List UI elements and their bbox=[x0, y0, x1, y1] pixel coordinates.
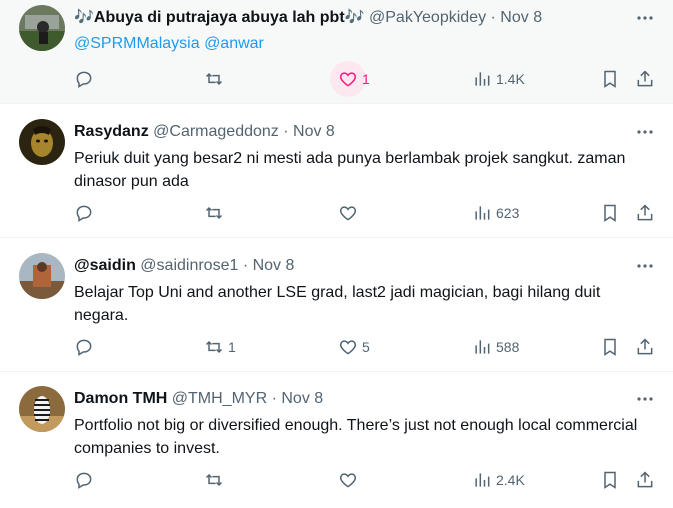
display-name[interactable]: Damon TMH bbox=[74, 390, 167, 407]
timestamp[interactable]: · Nov 8 bbox=[283, 123, 335, 140]
reply-icon bbox=[76, 339, 92, 356]
action-bar: 2.4K bbox=[74, 468, 673, 492]
views-button[interactable]: 1.4K bbox=[472, 67, 525, 91]
like-button[interactable] bbox=[338, 201, 362, 225]
avatar[interactable] bbox=[19, 253, 65, 299]
retweet-icon bbox=[205, 206, 223, 220]
reply-icon bbox=[76, 71, 92, 88]
heart-icon bbox=[339, 473, 357, 488]
mention-link[interactable]: @SPRMMalaysia bbox=[74, 35, 200, 52]
handle[interactable]: @PakYeopkidey bbox=[369, 9, 486, 26]
share-icon bbox=[637, 204, 653, 221]
retweet-button[interactable] bbox=[204, 201, 228, 225]
tweet-header: Damon TMH @TMH_MYR · Nov 8 bbox=[74, 389, 625, 409]
bookmark-icon bbox=[604, 70, 616, 88]
reply-button[interactable] bbox=[74, 67, 98, 91]
action-bar: 1 1.4K bbox=[74, 61, 673, 97]
handle[interactable]: @saidinrose1 bbox=[140, 257, 238, 274]
like-count: 1 bbox=[362, 71, 370, 87]
tweet-header: @saidin @saidinrose1 · Nov 8 bbox=[74, 256, 625, 276]
share-icon bbox=[637, 338, 653, 355]
retweet-icon bbox=[205, 473, 223, 487]
retweet-icon bbox=[205, 72, 223, 86]
tweet-text: Portfolio not big or diversified enough.… bbox=[74, 417, 638, 457]
tweet-text: Belajar Top Uni and another LSE grad, la… bbox=[74, 284, 601, 324]
handle[interactable]: @Carmageddonz bbox=[153, 123, 279, 140]
bookmark-icon bbox=[604, 471, 616, 489]
tweet-header: 🎶Abuya di putrajaya abuya lah pbt🎶 @PakY… bbox=[74, 8, 625, 28]
view-count: 1.4K bbox=[496, 71, 525, 87]
timestamp[interactable]: · Nov 8 bbox=[491, 9, 543, 26]
heart-icon bbox=[339, 72, 357, 87]
bookmark-button[interactable] bbox=[600, 67, 620, 91]
view-count: 2.4K bbox=[496, 472, 525, 488]
action-bar: 623 bbox=[74, 201, 673, 225]
like-button[interactable]: 1 bbox=[330, 61, 370, 97]
view-count: 623 bbox=[496, 205, 520, 221]
retweet-button[interactable] bbox=[204, 67, 228, 91]
share-button[interactable] bbox=[635, 67, 655, 91]
heart-icon bbox=[339, 340, 357, 355]
reply-button[interactable] bbox=[74, 335, 98, 359]
share-icon bbox=[637, 70, 653, 87]
retweet-icon bbox=[205, 340, 223, 354]
tweet-header: Rasydanz @Carmageddonz · Nov 8 bbox=[74, 122, 625, 142]
display-name[interactable]: 🎶Abuya di putrajaya abuya lah pbt🎶 bbox=[74, 9, 365, 26]
analytics-icon bbox=[475, 340, 490, 354]
timestamp[interactable]: · Nov 8 bbox=[272, 390, 324, 407]
reply-icon bbox=[76, 472, 92, 489]
retweet-button[interactable]: 1 bbox=[204, 335, 236, 359]
like-button[interactable] bbox=[338, 468, 362, 492]
tweet-text: @SPRMMalaysia @anwar bbox=[74, 32, 647, 55]
display-name[interactable]: @saidin bbox=[74, 257, 136, 274]
action-bar: 1 5 588 bbox=[74, 335, 673, 359]
share-icon bbox=[637, 471, 653, 488]
views-button[interactable]: 623 bbox=[472, 201, 519, 225]
bookmark-button[interactable] bbox=[600, 468, 620, 492]
views-button[interactable]: 2.4K bbox=[472, 468, 525, 492]
bookmark-icon bbox=[604, 338, 616, 356]
more-icon[interactable] bbox=[635, 122, 655, 142]
mention-link[interactable]: @anwar bbox=[204, 35, 264, 52]
retweet-button[interactable] bbox=[204, 468, 228, 492]
heart-icon bbox=[339, 206, 357, 221]
tweet[interactable]: 🎶Abuya di putrajaya abuya lah pbt🎶 @PakY… bbox=[0, 0, 673, 104]
more-icon[interactable] bbox=[635, 8, 655, 28]
bookmark-button[interactable] bbox=[600, 335, 620, 359]
avatar[interactable] bbox=[19, 119, 65, 165]
tweet[interactable]: @saidin @saidinrose1 · Nov 8 Belajar Top… bbox=[0, 238, 673, 372]
share-button[interactable] bbox=[635, 201, 655, 225]
analytics-icon bbox=[475, 206, 490, 220]
reply-button[interactable] bbox=[74, 201, 98, 225]
like-count: 5 bbox=[362, 339, 370, 355]
more-icon[interactable] bbox=[635, 389, 655, 409]
more-icon[interactable] bbox=[635, 256, 655, 276]
reply-icon bbox=[76, 205, 92, 222]
like-button[interactable]: 5 bbox=[338, 335, 370, 359]
tweet[interactable]: Damon TMH @TMH_MYR · Nov 8 Portfolio not… bbox=[0, 372, 673, 508]
analytics-icon bbox=[475, 72, 490, 86]
retweet-count: 1 bbox=[228, 339, 236, 355]
reply-button[interactable] bbox=[74, 468, 98, 492]
analytics-icon bbox=[475, 473, 490, 487]
tweet-text: Periuk duit yang besar2 ni mesti ada pun… bbox=[74, 150, 626, 190]
timestamp[interactable]: · Nov 8 bbox=[243, 257, 295, 274]
bookmark-icon bbox=[604, 204, 616, 222]
tweet[interactable]: Rasydanz @Carmageddonz · Nov 8 Periuk du… bbox=[0, 104, 673, 238]
share-button[interactable] bbox=[635, 335, 655, 359]
bookmark-button[interactable] bbox=[600, 201, 620, 225]
handle[interactable]: @TMH_MYR bbox=[172, 390, 267, 407]
avatar[interactable] bbox=[19, 5, 65, 51]
view-count: 588 bbox=[496, 339, 520, 355]
display-name[interactable]: Rasydanz bbox=[74, 123, 149, 140]
share-button[interactable] bbox=[635, 468, 655, 492]
avatar[interactable] bbox=[19, 386, 65, 432]
views-button[interactable]: 588 bbox=[472, 335, 519, 359]
